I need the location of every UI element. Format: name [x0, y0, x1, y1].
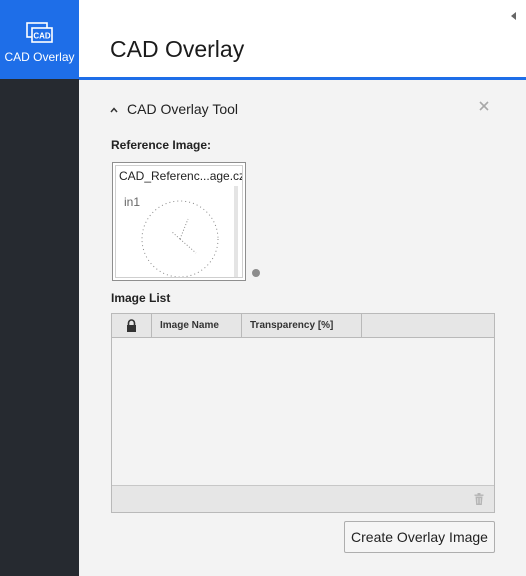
- table-header: Image Name Transparency [%]: [112, 314, 494, 338]
- image-list-table: Image Name Transparency [%]: [111, 313, 495, 513]
- trash-icon[interactable]: [474, 493, 484, 505]
- reference-image-label: Reference Image:: [111, 138, 212, 152]
- rail-item-label: CAD Overlay: [4, 50, 75, 64]
- table-body[interactable]: [112, 338, 494, 486]
- reference-file-name: CAD_Referenc...age.czi: [119, 169, 243, 183]
- cad-icon: CAD: [25, 22, 54, 44]
- section-title: CAD Overlay Tool: [127, 101, 239, 117]
- reference-image-thumbnail[interactable]: CAD_Referenc...age.czi in1: [112, 162, 246, 281]
- chevron-up-icon: [110, 107, 118, 113]
- create-overlay-image-button[interactable]: Create Overlay Image: [344, 521, 495, 553]
- status-dot: [252, 269, 260, 277]
- image-list-label: Image List: [111, 291, 171, 305]
- section-header-cad-overlay-tool[interactable]: CAD Overlay Tool: [110, 101, 238, 117]
- reference-image-tag: in1: [124, 195, 141, 209]
- column-header-image-name[interactable]: Image Name: [152, 314, 242, 337]
- rail-item-cad-overlay[interactable]: CAD CAD Overlay: [0, 0, 79, 79]
- left-rail: CAD CAD Overlay: [0, 0, 79, 576]
- cad-icon-text: CAD: [33, 32, 51, 41]
- header: CAD Overlay: [79, 0, 526, 80]
- lock-icon: [127, 319, 136, 332]
- thumbnail-scroll-edge: [234, 186, 238, 277]
- column-header-transparency[interactable]: Transparency [%]: [242, 314, 362, 337]
- table-footer: [112, 485, 494, 512]
- page-title: CAD Overlay: [110, 36, 245, 62]
- column-header-empty: [362, 314, 495, 337]
- tool-panel: CAD Overlay Tool Reference Image: CAD_Re…: [79, 83, 526, 576]
- close-icon[interactable]: [476, 98, 492, 114]
- chevron-left-icon[interactable]: [511, 12, 516, 20]
- lock-column-header[interactable]: [112, 314, 152, 337]
